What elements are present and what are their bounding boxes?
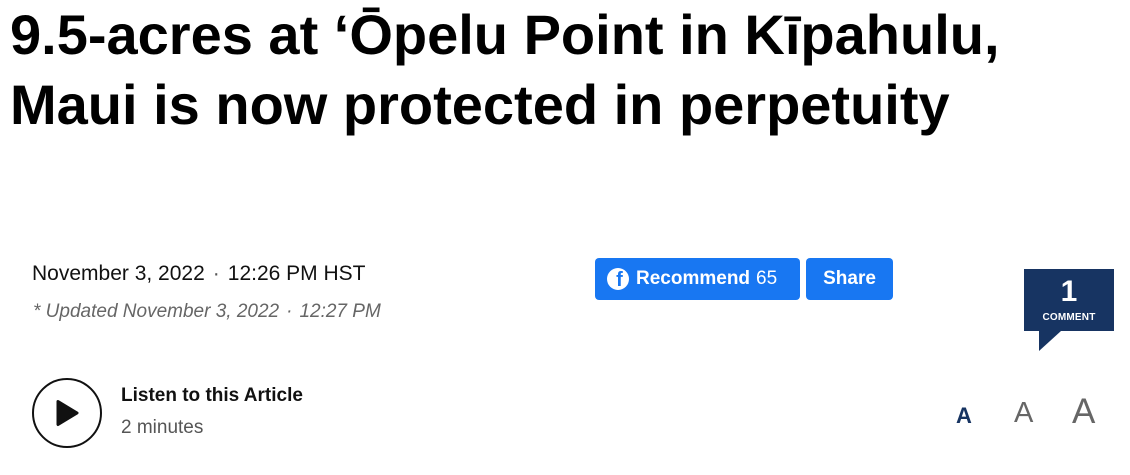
facebook-share-button[interactable]: Share [806,258,893,300]
play-audio-button[interactable] [32,378,102,448]
play-icon [56,400,79,426]
publish-date: November 3, 2022 [32,262,205,285]
facebook-f-icon: f [607,268,629,290]
publish-time: 12:26 PM HST [227,262,366,285]
speech-bubble-tail [1039,331,1061,351]
comment-count: 1 [1060,275,1078,308]
text-size-large-button[interactable]: A [1072,394,1095,429]
listen-title: Listen to this Article [121,385,303,406]
comment-label: COMMENT [1042,312,1096,323]
share-label: Share [823,268,876,289]
listen-duration: 2 minutes [121,417,204,438]
text-size-medium-button[interactable]: A [1014,399,1033,428]
updated-date: November 3, 2022 [122,301,280,322]
text-size-small-button[interactable]: A [956,405,972,427]
updated-separator: · [286,301,293,322]
article-headline: 9.5-acres at ‘Ōpelu Point in Kīpahulu, M… [10,3,1000,136]
updated-prefix: * Updated [33,301,118,322]
comment-count-badge[interactable]: 1 COMMENT [1024,269,1114,351]
recommend-count: 65 [756,268,778,289]
dateline-separator: · [212,262,220,285]
facebook-recommend-button[interactable]: f Recommend 65 [595,258,800,300]
publish-dateline: November 3, 2022 · 12:26 PM HST [32,262,366,286]
updated-dateline: * Updated November 3, 2022 · 12:27 PM [33,301,381,323]
updated-time: 12:27 PM [299,301,381,322]
recommend-label: Recommend [636,268,751,289]
